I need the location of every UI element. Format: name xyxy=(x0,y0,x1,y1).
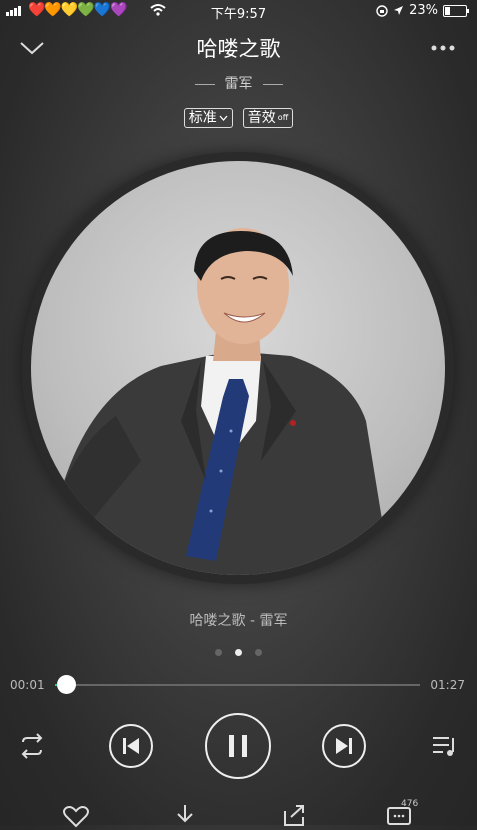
playlist-icon[interactable] xyxy=(431,734,459,758)
battery-percent: 23% xyxy=(409,3,438,18)
heart-icon[interactable] xyxy=(62,805,90,829)
page-dot-active[interactable] xyxy=(235,649,242,656)
progress-handle[interactable] xyxy=(57,675,76,694)
quality-label: 标准 xyxy=(188,110,217,126)
total-time: 01:27 xyxy=(430,678,465,692)
page-dot[interactable] xyxy=(215,649,222,656)
quality-selector[interactable]: 标准 xyxy=(183,108,233,128)
status-bar: ❤️🧡💛💚💙💜 下午9:57 23% xyxy=(0,0,477,22)
song-caption: 哈喽之歌 - 雷军 xyxy=(189,613,288,629)
album-photo xyxy=(31,161,445,575)
current-time: 00:01 xyxy=(10,678,45,692)
progress-bar[interactable] xyxy=(55,684,420,686)
location-icon xyxy=(394,6,404,15)
page-dot[interactable] xyxy=(255,649,262,656)
pause-icon[interactable] xyxy=(204,712,272,780)
effect-state: off xyxy=(277,113,289,122)
battery-icon xyxy=(443,4,469,17)
effect-label: 音效 xyxy=(247,110,276,126)
comment-icon[interactable] xyxy=(386,806,414,830)
artist-name[interactable]: 雷军 xyxy=(225,76,253,92)
more-icon[interactable] xyxy=(430,44,456,52)
page-indicator[interactable] xyxy=(0,649,477,656)
rotation-lock-icon xyxy=(376,4,388,17)
comment-count: 476 xyxy=(401,799,419,809)
song-title: 哈喽之歌 xyxy=(196,37,281,61)
download-icon[interactable] xyxy=(172,803,198,827)
repeat-icon[interactable] xyxy=(17,733,47,759)
prev-icon[interactable] xyxy=(108,723,154,769)
chevron-down-icon xyxy=(219,115,228,121)
album-disc[interactable] xyxy=(22,152,454,584)
share-icon[interactable] xyxy=(281,803,307,827)
artist-name-row[interactable]: 雷军 xyxy=(0,73,477,93)
next-icon[interactable] xyxy=(321,723,367,769)
sound-effect-button[interactable]: 音效 off xyxy=(242,108,294,128)
